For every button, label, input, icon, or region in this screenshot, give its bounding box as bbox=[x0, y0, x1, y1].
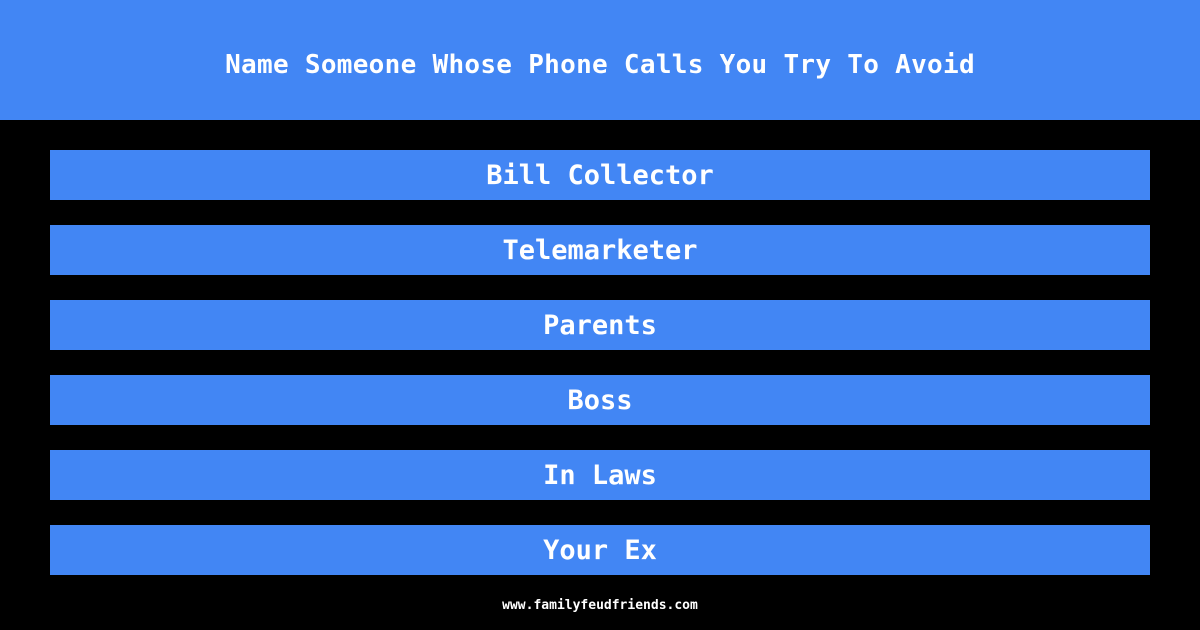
question-header: Name Someone Whose Phone Calls You Try T… bbox=[0, 0, 1200, 120]
question-title: Name Someone Whose Phone Calls You Try T… bbox=[225, 50, 975, 80]
answer-bar: In Laws bbox=[50, 450, 1150, 500]
answer-bar: Bill Collector bbox=[50, 150, 1150, 200]
answer-bar: Boss bbox=[50, 375, 1150, 425]
answer-bar: Telemarketer bbox=[50, 225, 1150, 275]
answer-bar: Parents bbox=[50, 300, 1150, 350]
answer-bar: Your Ex bbox=[50, 525, 1150, 575]
answers-list: Bill Collector Telemarketer Parents Boss… bbox=[50, 150, 1150, 600]
footer-url: www.familyfeudfriends.com bbox=[502, 598, 698, 613]
